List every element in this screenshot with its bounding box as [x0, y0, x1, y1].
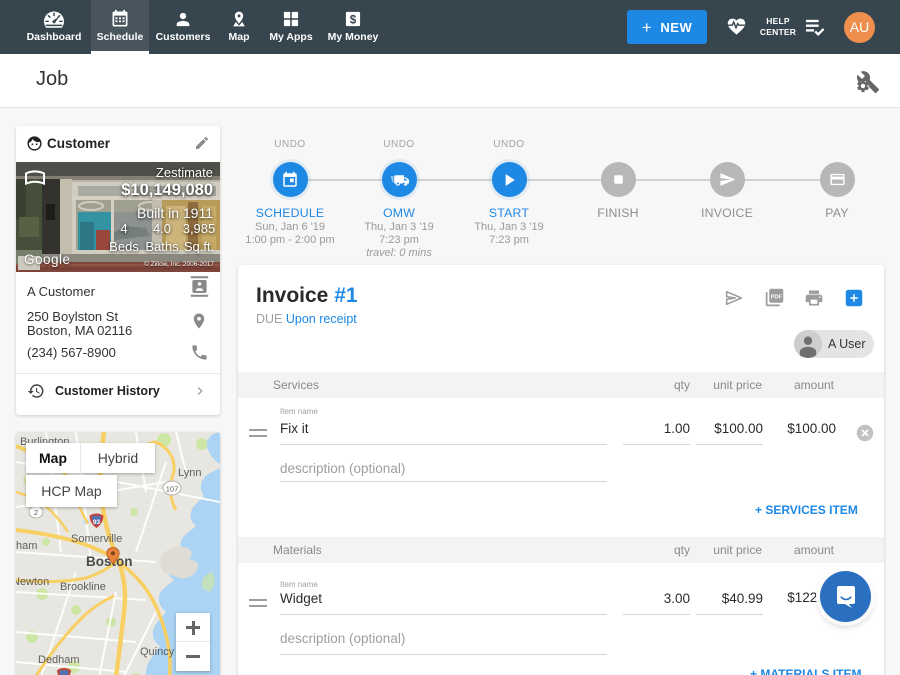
svg-text:107: 107 [166, 485, 179, 494]
svg-text:Dedham: Dedham [38, 654, 80, 666]
svg-text:Lynn: Lynn [178, 467, 201, 479]
svg-text:Newton: Newton [16, 576, 49, 588]
svg-text:Somerville: Somerville [71, 533, 122, 545]
svg-text:PDF: PDF [771, 295, 783, 301]
svg-text:2: 2 [34, 508, 38, 517]
svg-text:93: 93 [93, 519, 101, 526]
svg-text:ham: ham [16, 540, 37, 552]
svg-text:Brookline: Brookline [60, 581, 106, 593]
svg-text:Quincy: Quincy [140, 646, 175, 658]
svg-text:$: $ [350, 13, 357, 26]
